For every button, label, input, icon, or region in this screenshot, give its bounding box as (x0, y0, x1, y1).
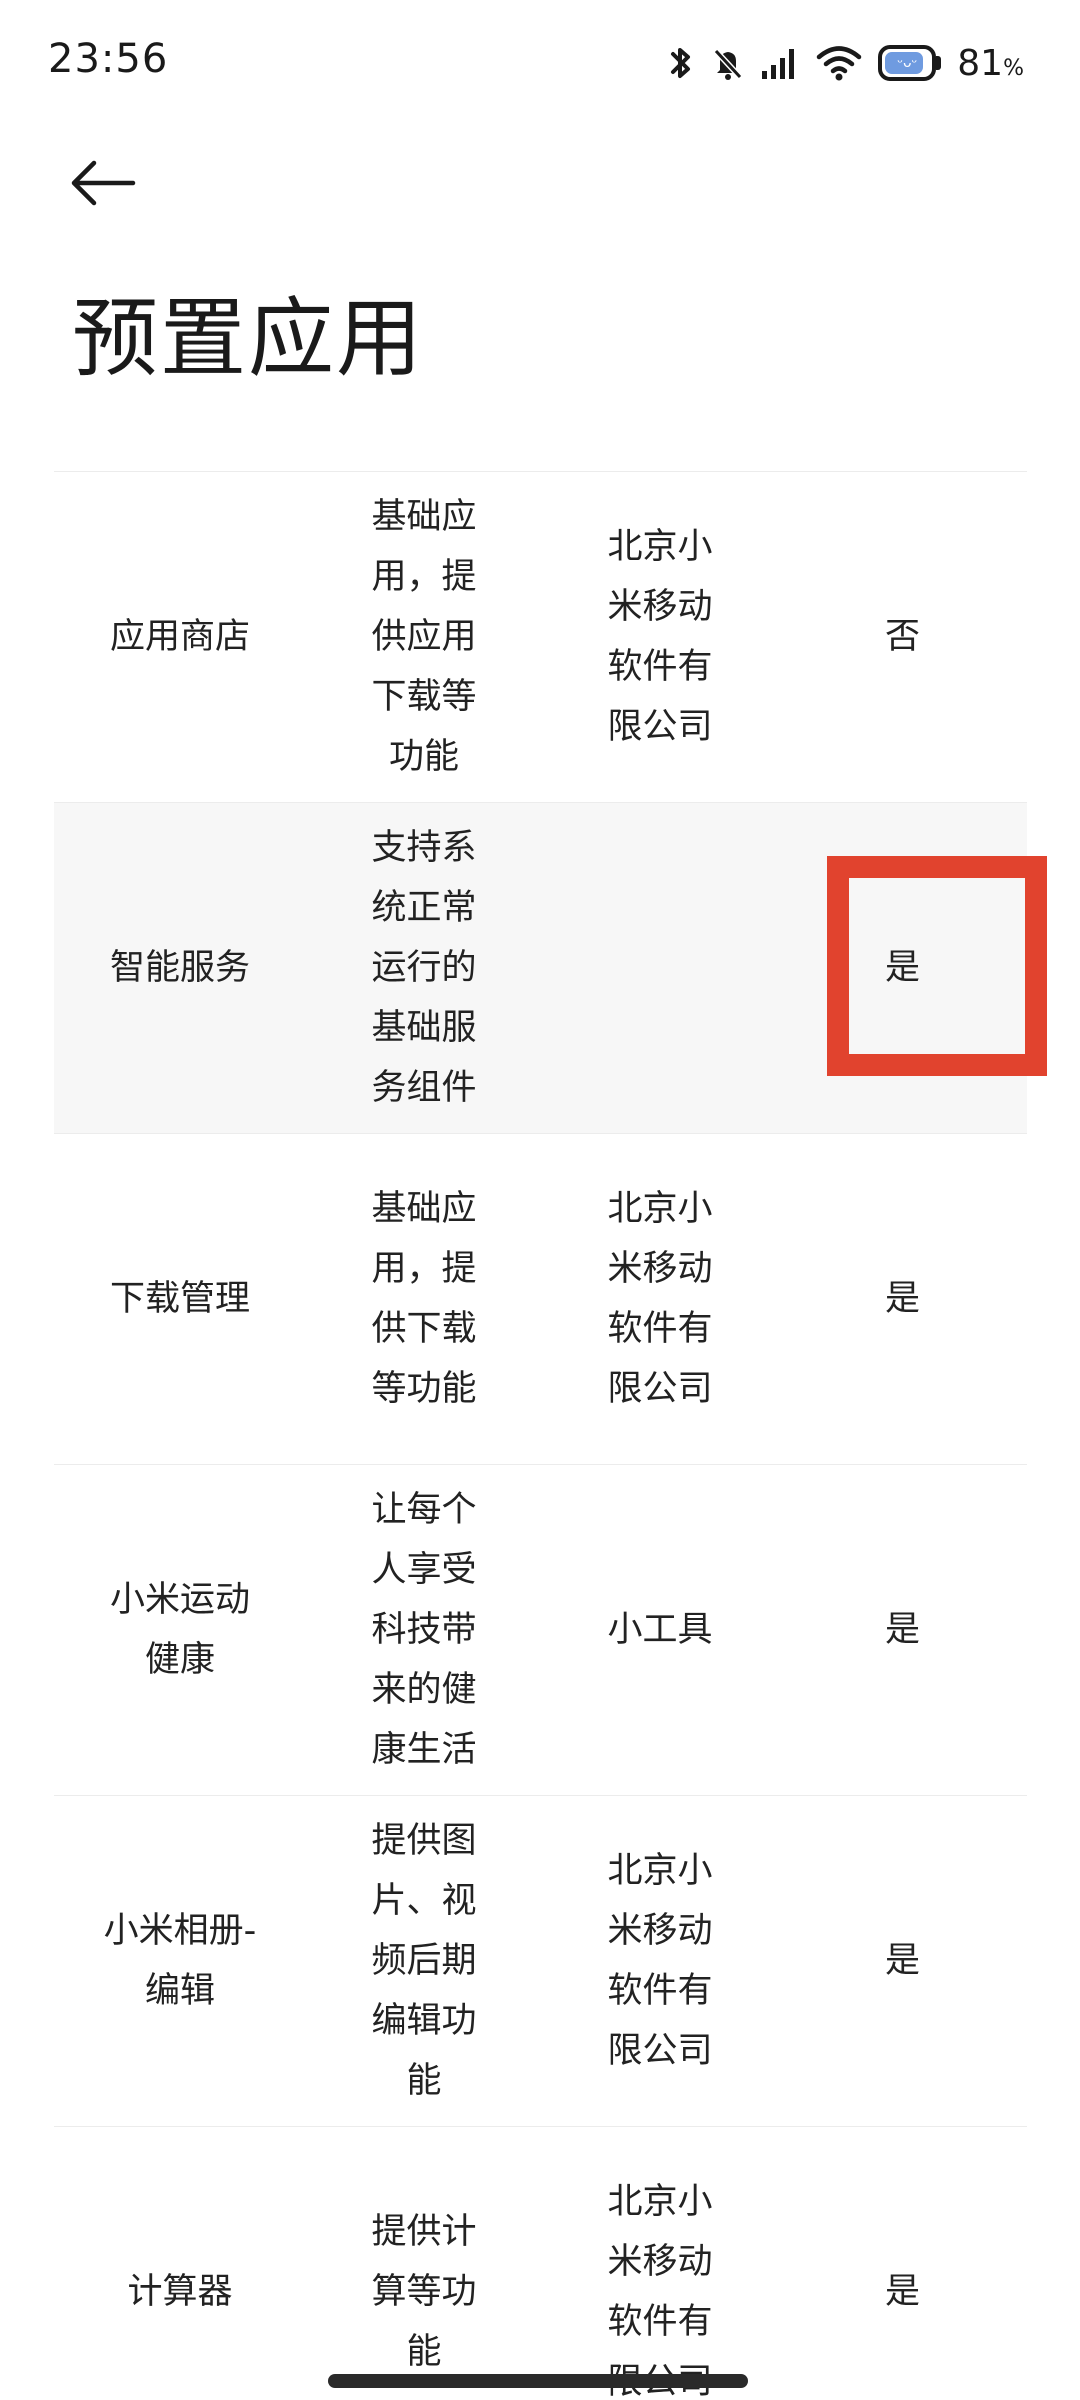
signal-icon (762, 49, 795, 79)
bluetooth-icon (671, 48, 691, 78)
app-status-cell: 是 (884, 1279, 920, 1319)
app-developer-cell: 北京小米移动软件有限公司 (607, 1851, 713, 2071)
battery-tip (936, 56, 942, 70)
table-row: 下载管理 基础应用，提供下载等功能 北京小米移动软件有限公司 是 (54, 1134, 1027, 1465)
wifi-icon (817, 46, 862, 81)
app-status-cell: 是 (884, 1610, 920, 1650)
app-developer-cell: 小工具 (607, 1610, 713, 1650)
mute-bell-icon (714, 48, 743, 80)
status-icons: ᵕᴗᵕ 81% (666, 38, 1024, 88)
app-description-cell: 支持系统正常运行的基础服务组件 (371, 828, 477, 1108)
battery-face-icon: ᵕᴗᵕ (897, 55, 918, 71)
app-description-cell: 让每个人享受科技带来的健康生活 (371, 1490, 477, 1770)
table-row: 小米运动健康 让每个人享受科技带来的健康生活 小工具 是 (54, 1465, 1027, 1796)
app-name-cell: 计算器 (127, 2272, 233, 2312)
table-row: 小米相册-编辑 提供图片、视频后期编辑功能 北京小米移动软件有限公司 是 (54, 1796, 1027, 2127)
preinstalled-apps-table: 应用商店 基础应用，提供应用下载等功能 北京小米移动软件有限公司否智能服务 支持系统正… (54, 471, 1047, 2400)
app-description-cell: 基础应用，提供应用下载等功能 (371, 497, 477, 777)
app-developer-cell (542, 803, 778, 1133)
status-time: 23:56 (48, 36, 169, 82)
app-description-cell: 提供计算等功能 (371, 2212, 477, 2372)
battery-icon: ᵕᴗᵕ (878, 45, 942, 81)
app-developer-cell: 北京小米移动软件有限公司 (607, 527, 713, 747)
app-description-cell: 提供图片、视频后期编辑功能 (371, 1821, 477, 2101)
back-button[interactable] (70, 148, 150, 218)
app-name-cell: 应用商店 (109, 617, 250, 657)
app-status-cell: 是 (884, 2272, 920, 2312)
table-row: 应用商店 基础应用，提供应用下载等功能 北京小米移动软件有限公司 否 (54, 472, 1027, 803)
table-row: 智能服务 支持系统正常运行的基础服务组件 是 (54, 803, 1047, 1134)
app-developer-cell: 北京小米移动软件有限公司 (607, 2182, 713, 2400)
app-description-cell: 基础应用，提供下载等功能 (371, 1189, 477, 1409)
battery-unit: % (1003, 55, 1024, 81)
battery-percentage: 81% (957, 43, 1024, 84)
table-row: 计算器 提供计算等功能 北京小米移动软件有限公司 是 (54, 2127, 1027, 2400)
battery-body: ᵕᴗᵕ (878, 45, 937, 81)
app-status-cell: 是 (884, 948, 920, 988)
arrow-left-icon (71, 160, 136, 206)
app-name-cell: 智能服务 (109, 948, 250, 988)
app-status-cell: 否 (884, 617, 920, 657)
home-indicator[interactable] (328, 2374, 748, 2388)
app-name-cell: 下载管理 (109, 1279, 250, 1319)
app-status-cell: 是 (884, 1941, 920, 1981)
page-title: 预置应用 (72, 289, 424, 389)
app-developer-cell: 北京小米移动软件有限公司 (607, 1189, 713, 1409)
battery-value: 81 (957, 42, 1004, 84)
app-name-cell: 小米运动健康 (109, 1580, 250, 1680)
app-name-cell: 小米相册-编辑 (103, 1911, 257, 2011)
status-bar: 23:56 ᵕᴗᵕ 81% (0, 0, 1080, 130)
